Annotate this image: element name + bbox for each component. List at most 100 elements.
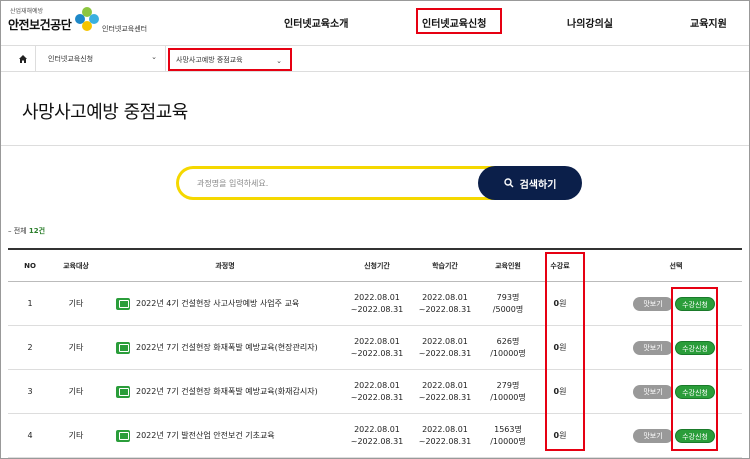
th-study-period: 학습기간 <box>432 262 458 270</box>
page-title: 사망사고예방 중점교육 <box>22 102 188 123</box>
table-row: 4 기타 2022년 7기 발전산업 안전보건 기초교육 2022.08.01 … <box>8 414 742 458</box>
nav-classroom[interactable]: 나의강의실 <box>567 0 613 44</box>
apply-end: ~2022.08.31 <box>350 436 404 446</box>
search-button-label: 검색하기 <box>519 179 557 191</box>
study-start: 2022.08.01 <box>422 424 468 434</box>
preview-button[interactable]: 맛보기 <box>633 340 673 355</box>
search-input[interactable] <box>197 175 497 192</box>
chevron-down-icon: ⌄ <box>276 57 282 65</box>
study-end: ~2022.08.31 <box>418 348 472 358</box>
monitor-icon <box>116 341 130 354</box>
logo-small-text: 산업재해예방 <box>10 8 44 15</box>
course-title: 2022년 7기 발전산업 안전보건 기초교육 <box>136 430 275 440</box>
cell-study-period: 2022.08.01 ~2022.08.31 <box>412 370 478 413</box>
cell-title[interactable]: 2022년 7기 건설현장 화재폭발 예방교육(화재감시자) <box>116 370 346 413</box>
th-apply-period: 신청기간 <box>364 262 390 270</box>
study-start: 2022.08.01 <box>422 336 468 346</box>
cell-people: 279명 /10000명 <box>478 370 538 413</box>
count-prefix: 전체 <box>13 227 27 235</box>
table-row: 3 기타 2022년 7기 건설현장 화재폭발 예방교육(화재감시자) 2022… <box>8 370 742 414</box>
highlight-fee-column <box>545 252 585 451</box>
preview-button[interactable]: 맛보기 <box>633 296 673 311</box>
cell-no: 2 <box>27 342 33 352</box>
cell-apply-period: 2022.08.01 ~2022.08.31 <box>342 282 412 325</box>
count-value: 12건 <box>28 227 46 235</box>
study-end: ~2022.08.31 <box>418 436 472 446</box>
breadcrumb-level1[interactable]: 인터넷교육신청 ⌄ <box>36 46 166 72</box>
study-end: ~2022.08.31 <box>418 392 472 402</box>
people-capacity: /10000명 <box>490 436 526 446</box>
people-count: 279명 <box>496 380 520 390</box>
cell-title[interactable]: 2022년 7기 발전산업 안전보건 기초교육 <box>116 414 346 457</box>
apply-start: 2022.08.01 <box>354 424 400 434</box>
search-button[interactable]: 검색하기 <box>478 166 582 200</box>
cell-title[interactable]: 2022년 7기 건설현장 화재폭발 예방교육(현장관리자) <box>116 326 346 369</box>
people-capacity: /5000명 <box>492 304 524 314</box>
nav-support[interactable]: 교육지원 <box>690 0 727 44</box>
cell-no: 4 <box>27 430 33 440</box>
course-title: 2022년 7기 건설현장 화재폭발 예방교육(화재감시자) <box>136 386 318 396</box>
cell-target: 기타 <box>68 430 84 440</box>
table-row: 2 기타 2022년 7기 건설현장 화재폭발 예방교육(현장관리자) 2022… <box>8 326 742 370</box>
cell-people: 626명 /10000명 <box>478 326 538 369</box>
cell-no: 3 <box>27 386 33 396</box>
apply-start: 2022.08.01 <box>354 292 400 302</box>
people-count: 1563명 <box>494 424 522 434</box>
study-start: 2022.08.01 <box>422 380 468 390</box>
th-select: 선택 <box>669 262 683 270</box>
apply-end: ~2022.08.31 <box>350 348 404 358</box>
nav-intro[interactable]: 인터넷교육소개 <box>284 0 348 44</box>
cell-target: 기타 <box>68 342 84 352</box>
preview-button[interactable]: 맛보기 <box>633 428 673 443</box>
course-title: 2022년 4기 건설현장 사고사망예방 사업주 교육 <box>136 298 300 308</box>
apply-end: ~2022.08.31 <box>350 392 404 402</box>
cell-target: 기타 <box>68 386 84 396</box>
monitor-icon <box>116 429 130 442</box>
th-people: 교육인원 <box>495 262 521 270</box>
site-header: 산업재해예방 안전보건공단 인터넷교육센터 인터넷교육소개 인터넷교육신청 나의… <box>0 0 750 44</box>
cell-study-period: 2022.08.01 ~2022.08.31 <box>412 282 478 325</box>
highlight-nav-apply <box>416 8 502 34</box>
study-start: 2022.08.01 <box>422 292 468 302</box>
cell-people: 793명 /5000명 <box>478 282 538 325</box>
breadcrumb-level2-label: 사망사고예방 중점교육 <box>176 55 243 64</box>
cell-people: 1563명 /10000명 <box>478 414 538 457</box>
people-count: 626명 <box>496 336 520 346</box>
divider <box>0 145 750 146</box>
th-no: NO <box>24 262 36 270</box>
highlight-enroll-buttons <box>671 287 718 451</box>
search-bar: 검색하기 <box>176 166 582 200</box>
search-field <box>176 166 516 200</box>
chevron-down-icon: ⌄ <box>151 53 157 61</box>
apply-end: ~2022.08.31 <box>350 304 404 314</box>
table-row: 1 기타 2022년 4기 건설현장 사고사망예방 사업주 교육 2022.08… <box>8 282 742 326</box>
cell-no: 1 <box>27 298 33 308</box>
apply-start: 2022.08.01 <box>354 336 400 346</box>
table-header: NO 교육대상 과정명 신청기간 학습기간 교육인원 수강료 선택 <box>8 248 742 282</box>
breadcrumb-level2[interactable]: 사망사고예방 중점교육 ⌄ <box>168 48 292 71</box>
cell-study-period: 2022.08.01 ~2022.08.31 <box>412 414 478 457</box>
cell-apply-period: 2022.08.01 ~2022.08.31 <box>342 414 412 457</box>
logo-main-text: 안전보건공단 <box>8 18 72 32</box>
site-logo[interactable]: 산업재해예방 안전보건공단 인터넷교육센터 <box>8 4 178 40</box>
search-icon <box>503 178 514 188</box>
people-capacity: /10000명 <box>490 348 526 358</box>
course-title: 2022년 7기 건설현장 화재폭발 예방교육(현장관리자) <box>136 342 318 352</box>
result-count: – 전체 12건 <box>8 226 45 236</box>
preview-button[interactable]: 맛보기 <box>633 384 673 399</box>
cell-apply-period: 2022.08.01 ~2022.08.31 <box>342 326 412 369</box>
cell-apply-period: 2022.08.01 ~2022.08.31 <box>342 370 412 413</box>
th-target: 교육대상 <box>63 262 89 270</box>
th-title: 과정명 <box>215 262 235 270</box>
people-capacity: /10000명 <box>490 392 526 402</box>
breadcrumb-level1-label: 인터넷교육신청 <box>48 55 94 63</box>
logo-cross-icon <box>75 7 99 31</box>
cell-title[interactable]: 2022년 4기 건설현장 사고사망예방 사업주 교육 <box>116 282 346 325</box>
monitor-icon <box>116 297 130 310</box>
cell-study-period: 2022.08.01 ~2022.08.31 <box>412 326 478 369</box>
breadcrumb: 인터넷교육신청 ⌄ 사망사고예방 중점교육 ⌄ <box>0 45 750 72</box>
study-end: ~2022.08.31 <box>418 304 472 314</box>
cell-target: 기타 <box>68 298 84 308</box>
home-icon[interactable] <box>10 46 36 72</box>
monitor-icon <box>116 385 130 398</box>
